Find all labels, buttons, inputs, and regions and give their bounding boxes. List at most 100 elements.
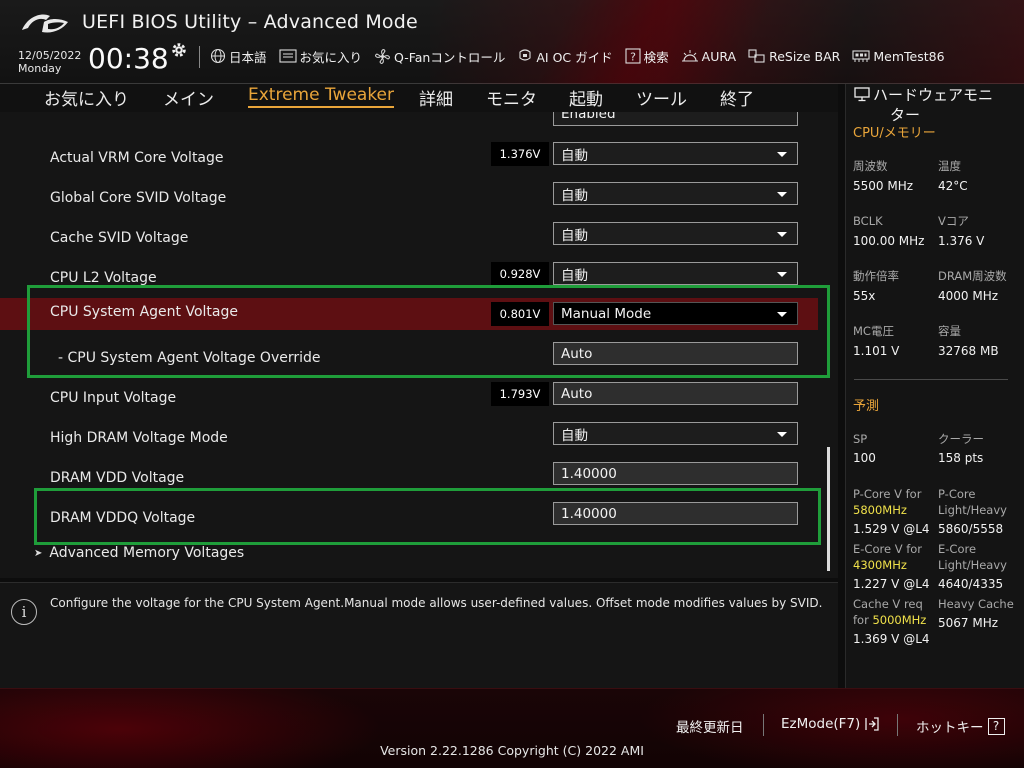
language-button[interactable]: 日本語	[210, 47, 267, 66]
vcore-value: 1.376 V	[938, 234, 985, 248]
ecore-v-value: 1.227 V @L4	[853, 577, 930, 591]
globe-icon	[210, 48, 226, 64]
search-button[interactable]: ? 検索	[625, 47, 669, 66]
footer: 最終更新日 EzMode(F7) ホットキー ? Version 2.22.12…	[0, 688, 1024, 768]
setting-label: Cache SVID Voltage	[50, 230, 189, 246]
partial-setting-dropdown[interactable]: Enabled	[553, 112, 798, 126]
setting-dropdown[interactable]: Manual Mode	[553, 302, 798, 325]
setting-input[interactable]: Auto	[553, 382, 798, 405]
bclk-label: BCLK	[853, 214, 883, 228]
ezmode-label: EzMode(F7)	[781, 716, 861, 732]
setting-dropdown[interactable]: 自動	[553, 182, 798, 205]
tab-favorites[interactable]: お気に入り	[44, 85, 129, 110]
cache-v-label-line1: Cache V req	[853, 597, 923, 611]
gear-icon[interactable]	[170, 41, 188, 59]
question-key-icon: ?	[987, 717, 1005, 735]
setting-row-cpu-input-voltage[interactable]: CPU Input Voltage 1.793V Auto	[0, 380, 818, 420]
date-display: 12/05/2022 Monday	[18, 49, 81, 75]
top-bar: UEFI BIOS Utility – Advanced Mode 12/05/…	[0, 0, 1024, 84]
info-icon: i	[11, 599, 37, 625]
ezmode-button[interactable]: EzMode(F7)	[781, 716, 880, 732]
favorites-button[interactable]: お気に入り	[278, 47, 362, 66]
voltage-readout: 1.376V	[491, 142, 549, 166]
hw-divider	[854, 379, 1008, 380]
chevron-down-icon	[777, 232, 787, 237]
pcore-v-label-text: P-Core V for	[853, 487, 922, 501]
chevron-right-icon: ➤	[34, 548, 43, 559]
monitor-icon	[854, 87, 870, 102]
main-menu-tabs: お気に入り メイン Extreme Tweaker 詳細 モニタ 起動 ツール …	[0, 84, 838, 112]
pcore-v-freq: 5800MHz	[853, 503, 907, 517]
help-panel: i Configure the voltage for the CPU Syst…	[0, 582, 838, 688]
clock: 00:38	[88, 42, 169, 75]
hotkeys-button[interactable]: ホットキー ?	[916, 716, 1005, 736]
cache-v-label-line2: for	[853, 613, 869, 627]
cache-v-value: 1.369 V @L4	[853, 632, 930, 646]
qfan-button[interactable]: Q-Fanコントロール	[374, 47, 505, 66]
scrollbar[interactable]	[827, 447, 830, 571]
ecore-v-label-text: E-Core V for	[853, 542, 923, 556]
setting-input[interactable]: 1.40000	[553, 502, 798, 525]
tab-main[interactable]: メイン	[163, 85, 214, 110]
mc-voltage-value: 1.101 V	[853, 344, 900, 358]
aura-button[interactable]: AURA	[681, 48, 736, 64]
freq-value: 5500 MHz	[853, 179, 914, 193]
tab-boot[interactable]: 起動	[569, 85, 603, 110]
weekday-text: Monday	[18, 62, 62, 75]
tab-exit[interactable]: 終了	[720, 85, 754, 110]
resize-bar-icon	[748, 49, 765, 63]
tab-monitor[interactable]: モニタ	[486, 85, 537, 110]
voltage-readout: 0.928V	[491, 262, 549, 286]
cache-v-label: Cache V req for 5000MHz	[853, 596, 926, 628]
memtest-button[interactable]: MemTest86	[852, 49, 945, 64]
cooler-label: クーラー	[938, 432, 984, 446]
dram-freq-value: 4000 MHz	[938, 289, 999, 303]
hw-title-line1: ハードウェアモニ	[873, 86, 994, 104]
setting-row-cpu-system-agent-voltage[interactable]: CPU System Agent Voltage 0.801V Manual M…	[0, 298, 818, 330]
setting-dropdown[interactable]: 自動	[553, 142, 798, 165]
ai-oc-guide-button[interactable]: AI OC ガイド	[517, 47, 613, 66]
qfan-label: Q-Fanコントロール	[394, 49, 506, 65]
app-title: UEFI BIOS Utility – Advanced Mode	[82, 11, 418, 33]
setting-row-high-dram-voltage-mode[interactable]: High DRAM Voltage Mode 自動	[0, 420, 818, 460]
tab-advanced[interactable]: 詳細	[419, 85, 453, 110]
setting-dropdown[interactable]: 自動	[553, 422, 798, 445]
temp-value: 42°C	[938, 179, 968, 193]
setting-row-dram-vdd-voltage[interactable]: DRAM VDD Voltage 1.40000	[0, 460, 818, 500]
setting-row-actual-vrm-core-voltage[interactable]: Actual VRM Core Voltage 1.376V 自動	[0, 140, 818, 180]
pcore-lh-label: P-Core Light/Heavy	[938, 486, 1007, 518]
setting-dropdown[interactable]: 自動	[553, 262, 798, 285]
tab-tool[interactable]: ツール	[636, 85, 687, 110]
ratio-label: 動作倍率	[853, 269, 899, 283]
hw-monitor-title: ハードウェアモニ	[854, 86, 1019, 104]
prediction-section-title: 予測	[853, 399, 880, 414]
rog-logo-icon	[22, 14, 68, 33]
setting-row-cpu-system-agent-voltage-override[interactable]: - CPU System Agent Voltage Override Auto	[0, 340, 818, 380]
partial-setting-value: Enabled	[561, 112, 616, 122]
setting-row-cpu-l2-voltage[interactable]: CPU L2 Voltage 0.928V 自動	[0, 260, 818, 300]
ecore-lh-value: 4640/4335	[938, 577, 1004, 591]
ai-oc-label: AI OC ガイド	[536, 49, 613, 65]
setting-label: CPU Input Voltage	[50, 390, 177, 406]
dropdown-value: 自動	[561, 227, 588, 244]
dropdown-value: 自動	[561, 267, 588, 284]
last-modified-button[interactable]: 最終更新日	[676, 716, 744, 736]
resize-bar-button[interactable]: ReSize BAR	[748, 48, 840, 64]
fan-icon	[375, 48, 390, 64]
dropdown-value: Manual Mode	[561, 305, 652, 322]
setting-row-global-core-svid-voltage[interactable]: Global Core SVID Voltage 自動	[0, 180, 818, 220]
setting-row-cache-svid-voltage[interactable]: Cache SVID Voltage 自動	[0, 220, 818, 260]
setting-label: - CPU System Agent Voltage Override	[58, 350, 321, 366]
setting-row-dram-vddq-voltage[interactable]: DRAM VDDQ Voltage 1.40000	[0, 500, 818, 540]
setting-input[interactable]: 1.40000	[553, 462, 798, 485]
aura-label: AURA	[701, 48, 737, 64]
bclk-value: 100.00 MHz	[853, 234, 925, 248]
setting-input[interactable]: Auto	[553, 342, 798, 365]
setting-dropdown[interactable]: 自動	[553, 222, 798, 245]
dram-freq-label: DRAM周波数	[938, 269, 1007, 283]
tab-extreme-tweaker[interactable]: Extreme Tweaker	[248, 85, 395, 108]
submenu-advanced-memory-voltages[interactable]: ➤ Advanced Memory Voltages	[34, 545, 244, 561]
ratio-value: 55x	[853, 289, 876, 303]
help-search-icon: ?	[625, 48, 641, 64]
ecore-v-freq: 4300MHz	[853, 558, 907, 572]
